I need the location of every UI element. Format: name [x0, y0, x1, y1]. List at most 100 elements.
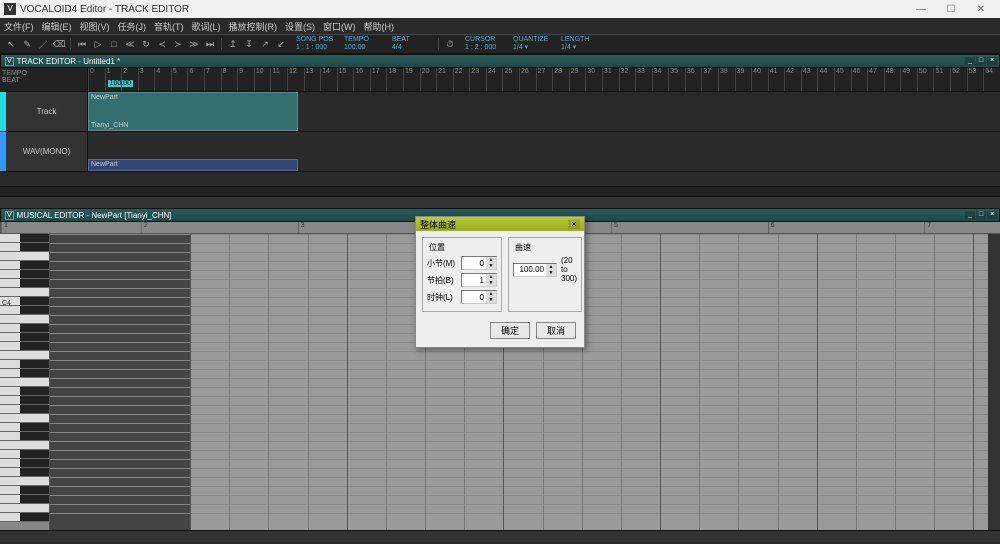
track-header[interactable]: Track [0, 92, 88, 131]
menu-edit[interactable]: 编辑(E) [42, 20, 72, 33]
marker-start-icon[interactable]: ↥ [226, 37, 240, 51]
horizontal-scrollbar[interactable] [0, 196, 1000, 208]
rewind-icon[interactable]: ≪ [123, 37, 137, 51]
track-part[interactable]: NewPart Tianyi_CHN [88, 92, 298, 131]
piano-key[interactable] [0, 423, 49, 432]
track-part[interactable]: NewPart [88, 159, 298, 171]
menu-file[interactable]: 文件(F) [4, 20, 34, 33]
measure-spinner[interactable]: ▲▼ [461, 256, 497, 270]
measure-input[interactable] [462, 259, 486, 268]
marker-end-icon[interactable]: ↧ [242, 37, 256, 51]
piano-key[interactable] [0, 315, 49, 324]
fast-forward-icon[interactable]: ≫ [187, 37, 201, 51]
piano-key[interactable] [0, 414, 49, 423]
tool-a-icon[interactable]: ↗ [258, 37, 272, 51]
piano-key[interactable] [0, 486, 49, 495]
menu-lyrics[interactable]: 歌词(L) [192, 20, 221, 33]
piano-key[interactable] [0, 369, 49, 378]
pointer-tool-icon[interactable]: ↖ [4, 37, 18, 51]
ruler-lane[interactable]: 01100.0023456789101112131415161718192021… [88, 68, 1000, 91]
piano-key[interactable] [0, 252, 49, 261]
piano-key[interactable] [0, 234, 49, 243]
dialog-titlebar[interactable]: 整体曲速 × [416, 217, 584, 231]
spin-down-icon[interactable]: ▼ [486, 297, 496, 303]
metronome-icon[interactable]: ⏱ [443, 37, 457, 51]
ok-button[interactable]: 确定 [490, 322, 530, 339]
piano-key[interactable] [0, 261, 49, 270]
piano-key[interactable] [0, 504, 49, 513]
next-icon[interactable]: ≻ [171, 37, 185, 51]
minimize-button[interactable]: — [906, 4, 936, 15]
spin-down-icon[interactable]: ▼ [486, 280, 496, 286]
songpos-value[interactable]: 1 : 1 : 000 [296, 44, 338, 52]
beat-spinner[interactable]: ▲▼ [461, 273, 497, 287]
piano-key[interactable] [0, 387, 49, 396]
cancel-button[interactable]: 取消 [536, 322, 576, 339]
piano-keyboard[interactable]: C4 [0, 234, 50, 530]
piano-key[interactable] [0, 270, 49, 279]
tempo-value[interactable]: 100.00 [344, 44, 386, 52]
track-lane[interactable]: NewPart Tianyi_CHN [88, 92, 1000, 131]
piano-key[interactable] [0, 396, 49, 405]
piano-key[interactable] [0, 279, 49, 288]
maximize-button[interactable]: ☐ [936, 4, 966, 15]
panel-minimize-icon[interactable]: _ [965, 57, 975, 65]
piano-key[interactable] [0, 342, 49, 351]
track-header[interactable]: WAV(MONO) [0, 132, 88, 171]
piano-key[interactable] [0, 306, 49, 315]
piano-key[interactable] [0, 243, 49, 252]
piano-key[interactable] [0, 468, 49, 477]
cursor-value[interactable]: 1 : 2 : 000 [465, 44, 507, 52]
piano-key[interactable] [0, 495, 49, 504]
piano-key[interactable] [0, 513, 49, 522]
spin-down-icon[interactable]: ▼ [546, 270, 556, 276]
tool-b-icon[interactable]: ↙ [274, 37, 288, 51]
line-tool-icon[interactable]: ／ [36, 37, 50, 51]
piano-key[interactable] [0, 459, 49, 468]
panel-maximize-icon[interactable]: □ [976, 57, 986, 65]
piano-key[interactable] [0, 441, 49, 450]
quantize-value[interactable]: 1/4 ▾ [513, 44, 555, 52]
tempo-input[interactable] [514, 265, 546, 274]
piano-key[interactable] [0, 360, 49, 369]
stop-icon[interactable]: □ [107, 37, 121, 51]
piano-key[interactable] [0, 288, 49, 297]
menu-window[interactable]: 窗口(W) [323, 20, 356, 33]
track-lane[interactable]: NewPart [88, 132, 1000, 171]
piano-key[interactable] [0, 450, 49, 459]
piano-key[interactable] [0, 378, 49, 387]
track-editor-header[interactable]: V TRACK EDITOR - Untitled1 * _ □ × [0, 54, 1000, 68]
panel-close-icon[interactable]: × [987, 57, 997, 65]
dialog-close-icon[interactable]: × [568, 219, 580, 229]
piano-key[interactable]: C4 [0, 297, 49, 306]
beat-input[interactable] [462, 276, 486, 285]
prev-icon[interactable]: ≺ [155, 37, 169, 51]
loop-icon[interactable]: ↻ [139, 37, 153, 51]
play-icon[interactable]: ▷ [91, 37, 105, 51]
piano-key[interactable] [0, 405, 49, 414]
pencil-tool-icon[interactable]: ✎ [20, 37, 34, 51]
eraser-tool-icon[interactable]: ⌫ [52, 37, 66, 51]
piano-key[interactable] [0, 351, 49, 360]
piano-key[interactable] [0, 432, 49, 441]
menu-help[interactable]: 帮助(H) [364, 20, 395, 33]
menu-job[interactable]: 任务(J) [118, 20, 147, 33]
spin-down-icon[interactable]: ▼ [486, 263, 496, 269]
menu-view[interactable]: 视图(V) [80, 20, 110, 33]
menu-settings[interactable]: 设置(S) [285, 20, 315, 33]
clock-input[interactable] [462, 293, 486, 302]
vertical-scrollbar[interactable] [988, 234, 1000, 530]
panel-minimize-icon[interactable]: _ [965, 211, 975, 219]
piano-key[interactable] [0, 333, 49, 342]
close-button[interactable]: ✕ [966, 4, 996, 15]
horizontal-scrollbar[interactable] [0, 530, 1000, 542]
menu-transport[interactable]: 播放控制(R) [229, 20, 278, 33]
length-value[interactable]: 1/4 ▾ [561, 44, 603, 52]
panel-close-icon[interactable]: × [987, 211, 997, 219]
piano-key[interactable] [0, 324, 49, 333]
panel-maximize-icon[interactable]: □ [976, 211, 986, 219]
menu-track[interactable]: 音轨(T) [154, 20, 184, 33]
beat-value[interactable]: 4/4 [392, 44, 434, 52]
piano-key[interactable] [0, 477, 49, 486]
skip-end-icon[interactable]: ⏭ [203, 37, 217, 51]
